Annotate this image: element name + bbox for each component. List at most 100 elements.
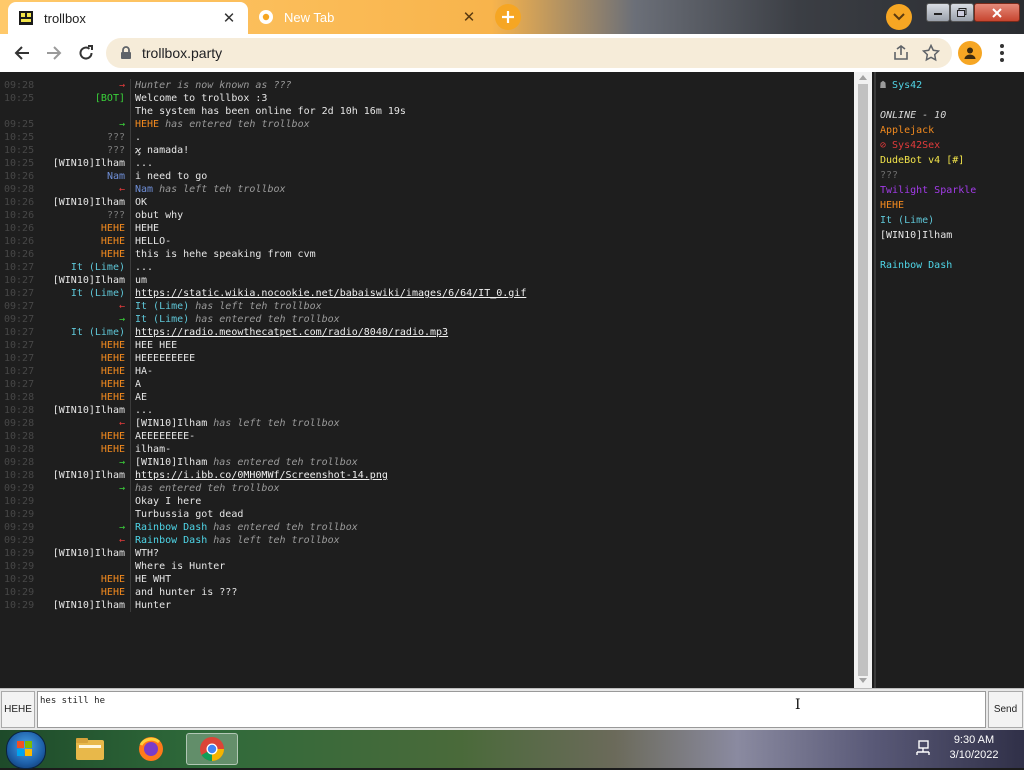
message-nickname[interactable]: HEHE xyxy=(38,352,125,365)
user-list-item[interactable]: HEHE xyxy=(880,199,904,212)
tab-close-icon[interactable]: ✕ xyxy=(458,6,480,28)
message-text: [WIN10]Ilham has left teh trollbox xyxy=(135,417,340,430)
message-link[interactable]: https://radio.meowthecatpet.com/radio/80… xyxy=(135,327,448,338)
chat-message-row: 10:28 [WIN10]Ilham... xyxy=(0,404,854,417)
message-segment: has entered teh trollbox xyxy=(207,522,358,533)
minimize-button[interactable] xyxy=(926,3,950,22)
message-nickname[interactable]: [WIN10]Ilham xyxy=(38,404,125,417)
scrollbar-thumb[interactable] xyxy=(858,84,868,676)
message-nickname[interactable]: HEHE xyxy=(38,222,125,235)
message-nickname[interactable]: → xyxy=(38,118,125,131)
send-button[interactable]: Send xyxy=(988,691,1023,728)
reload-button[interactable] xyxy=(72,39,100,67)
message-nickname[interactable]: [BOT] xyxy=(38,92,125,105)
message-nickname[interactable]: HEHE xyxy=(38,378,125,391)
window-close-button[interactable] xyxy=(974,3,1020,22)
message-nickname[interactable]: [WIN10]Ilham xyxy=(38,469,125,482)
user-list-item[interactable]: DudeBot v4 [#] xyxy=(880,154,964,167)
chat-message-row: 09:29 → Rainbow Dash has entered teh troll… xyxy=(0,521,854,534)
message-segment: Rainbow Dash xyxy=(135,535,208,546)
message-nickname[interactable]: It (Lime) xyxy=(38,326,125,339)
tab-search-button[interactable] xyxy=(886,4,912,30)
message-nickname[interactable]: HEHE xyxy=(38,235,125,248)
message-nickname[interactable]: ??? xyxy=(38,209,125,222)
room-header[interactable]: ☗ Sys42 xyxy=(880,79,922,92)
tab-new-tab[interactable]: New Tab ✕ xyxy=(248,0,488,34)
message-nickname[interactable]: → xyxy=(38,79,125,92)
tab-close-icon[interactable]: ✕ xyxy=(218,7,240,29)
chat-scrollbar[interactable] xyxy=(854,72,872,688)
message-segment: [WIN10]Ilham xyxy=(135,457,208,468)
forward-button[interactable] xyxy=(40,39,68,67)
message-nickname[interactable]: HEHE xyxy=(38,339,125,352)
message-text: A xyxy=(135,378,141,391)
message-segment: Nam xyxy=(135,184,154,195)
user-list-item[interactable]: It (Lime) xyxy=(880,214,934,227)
message-timestamp: 10:25 xyxy=(4,93,35,104)
message-nickname[interactable]: [WIN10]Ilham xyxy=(38,599,125,612)
message-nickname[interactable]: ← xyxy=(38,300,125,313)
network-tray-icon[interactable] xyxy=(914,740,932,760)
message-nickname[interactable]: ← xyxy=(38,534,125,547)
profile-avatar-icon[interactable] xyxy=(958,41,982,65)
scroll-up-icon[interactable] xyxy=(859,75,867,80)
column-divider xyxy=(130,573,131,586)
message-nickname[interactable]: HEHE xyxy=(38,443,125,456)
message-nickname[interactable]: It (Lime) xyxy=(38,287,125,300)
user-list-item[interactable]: ⊘ Sys42Sex xyxy=(880,139,940,152)
start-button[interactable] xyxy=(6,731,46,769)
message-nickname[interactable]: Nam xyxy=(38,170,125,183)
user-list-item[interactable]: Twilight Sparkle xyxy=(880,184,976,197)
message-link[interactable]: https://i.ibb.co/0MH0MWf/Screenshot-14.p… xyxy=(135,470,388,481)
message-nickname[interactable]: ← xyxy=(38,183,125,196)
message-input[interactable]: hes still he xyxy=(37,691,986,728)
user-list-item[interactable]: [WIN10]Ilham xyxy=(880,229,952,242)
bookmark-star-icon[interactable] xyxy=(922,44,940,62)
message-text: Hunter is now known as ??? xyxy=(135,79,292,92)
scroll-down-icon[interactable] xyxy=(859,678,867,683)
message-nickname[interactable]: HEHE xyxy=(38,430,125,443)
share-icon[interactable] xyxy=(892,44,910,62)
new-tab-button[interactable] xyxy=(495,4,521,30)
tab-trollbox[interactable]: trollbox ✕ xyxy=(8,2,248,34)
message-nickname[interactable]: [WIN10]Ilham xyxy=(38,196,125,209)
message-nickname[interactable]: It (Lime) xyxy=(38,261,125,274)
taskbar-file-explorer[interactable] xyxy=(64,733,116,765)
message-segment: Hunter xyxy=(135,600,172,611)
message-nickname[interactable]: → xyxy=(38,456,125,469)
message-nickname[interactable]: HEHE xyxy=(38,365,125,378)
user-list-item[interactable]: Rainbow Dash xyxy=(880,259,952,272)
column-divider xyxy=(130,560,131,573)
taskbar-firefox[interactable] xyxy=(125,733,177,765)
browser-menu-icon[interactable] xyxy=(992,41,1012,65)
message-nickname[interactable]: → xyxy=(38,482,125,495)
message-nickname[interactable]: → xyxy=(38,313,125,326)
message-nickname[interactable]: HEHE xyxy=(38,573,125,586)
column-divider xyxy=(130,456,131,469)
message-nickname[interactable]: [WIN10]Ilham xyxy=(38,157,125,170)
chat-message-row: 10:29 Okay I here xyxy=(0,495,854,508)
user-list-item[interactable]: ??? xyxy=(880,169,898,182)
message-nickname[interactable]: ??? xyxy=(38,131,125,144)
message-nickname[interactable]: HEHE xyxy=(38,248,125,261)
system-clock[interactable]: 9:30 AM 3/10/2022 xyxy=(940,733,1008,763)
column-divider xyxy=(130,495,131,508)
back-button[interactable] xyxy=(8,39,36,67)
message-nickname[interactable]: ← xyxy=(38,417,125,430)
nickname-button[interactable]: HEHE xyxy=(1,691,35,728)
message-nickname[interactable]: ??? xyxy=(38,144,125,157)
user-list-item[interactable]: Applejack xyxy=(880,124,934,137)
taskbar-chrome[interactable] xyxy=(186,733,238,765)
message-nickname[interactable]: [WIN10]Ilham xyxy=(38,547,125,560)
chat-message-row: 10:27 HEHE A xyxy=(0,378,854,391)
message-nickname[interactable]: → xyxy=(38,521,125,534)
message-nickname[interactable]: HEHE xyxy=(38,391,125,404)
address-bar[interactable]: trollbox.party xyxy=(106,38,952,68)
text-cursor-icon: I xyxy=(795,697,801,713)
message-link[interactable]: https://static.wikia.nocookie.net/babais… xyxy=(135,288,526,299)
message-timestamp: 10:27 xyxy=(4,327,35,338)
message-nickname[interactable]: HEHE xyxy=(38,586,125,599)
message-segment: HA- xyxy=(135,366,154,377)
message-nickname[interactable]: [WIN10]Ilham xyxy=(38,274,125,287)
maximize-button[interactable] xyxy=(950,3,974,22)
